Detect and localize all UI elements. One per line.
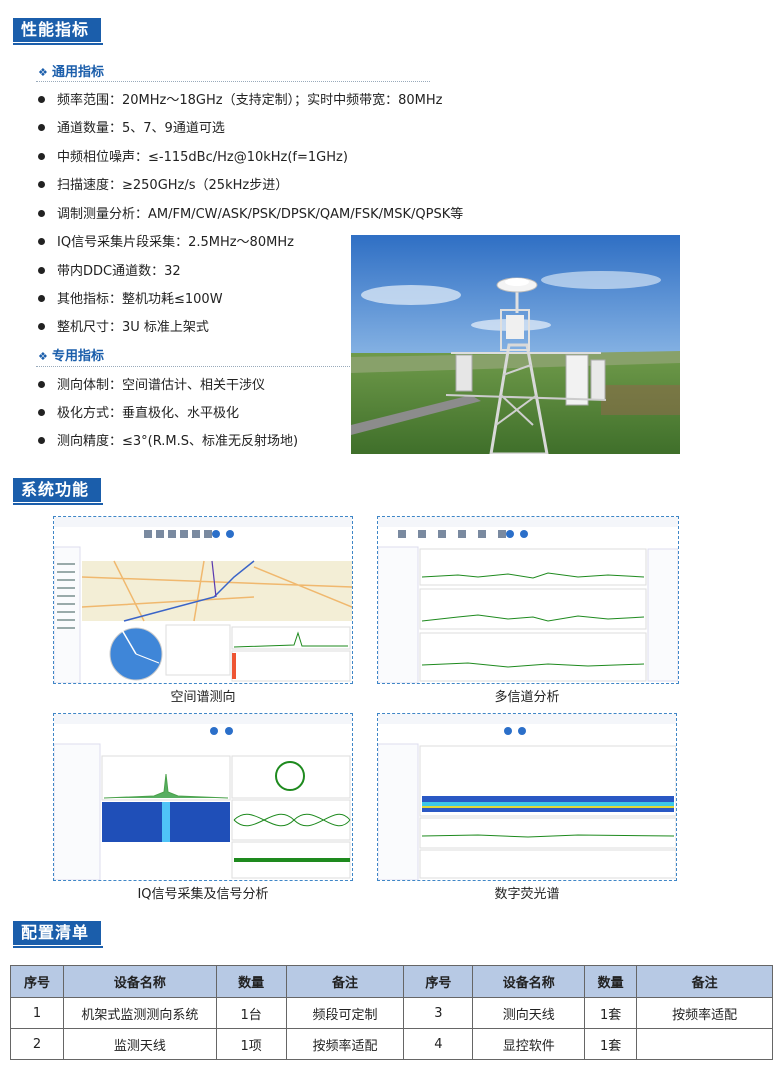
header-quantity: 数量 — [215, 965, 287, 998]
special-spec-heading: ❖ 专用指标 — [38, 345, 104, 364]
bullet-icon — [38, 267, 45, 274]
digital-fluorescence-screenshot — [377, 713, 677, 881]
bullet-icon — [38, 96, 45, 103]
header-index: 序号 — [403, 965, 474, 998]
spec-text: IQ信号采集片段采集：2.5MHz～80MHz — [57, 235, 294, 250]
table-cell: 显控软件 — [472, 1028, 586, 1060]
table-cell — [636, 1028, 773, 1060]
spec-text: 调制测量分析：AM/FM/CW/ASK/PSK/DPSK/QAM/FSK/MSK… — [57, 207, 464, 222]
spec-text: 测向体制：空间谱估计、相关干涉仪 — [57, 378, 266, 393]
spec-item: 整机尺寸：3U 标准上架式 — [38, 316, 209, 335]
table-cell: 1 — [10, 997, 64, 1029]
config-table: 序号 设备名称 数量 备注 序号 设备名称 数量 备注 1 机架式监测测向系统 … — [10, 965, 773, 1060]
general-spec-heading: ❖ 通用指标 — [38, 61, 104, 80]
table-cell: 监测天线 — [62, 1028, 217, 1060]
tower-illustration — [351, 235, 680, 454]
spec-text: 频率范围：20MHz～18GHz（支持定制）；实时中频带宽：80MHz — [57, 93, 443, 108]
bullet-icon — [38, 238, 45, 245]
caption-spatial-spectrum: 空间谱测向 — [170, 690, 236, 705]
table-cell: 3 — [403, 997, 474, 1029]
table-cell: 1台 — [215, 997, 287, 1029]
header-remark: 备注 — [636, 965, 773, 998]
table-cell: 2 — [10, 1028, 64, 1060]
bullet-icon — [38, 437, 45, 444]
bullet-icon — [38, 409, 45, 416]
spec-item: 调制测量分析：AM/FM/CW/ASK/PSK/DPSK/QAM/FSK/MSK… — [38, 203, 463, 222]
caption-digital-fluorescence: 数字荧光谱 — [494, 887, 560, 902]
divider — [36, 81, 430, 82]
spec-text: 扫描速度：≥250GHz/s（25kHz步进） — [57, 178, 289, 193]
spec-text: 带内DDC通道数：32 — [57, 264, 181, 279]
table-row: 2 监测天线 1项 按频率适配 4 显控软件 1套 — [10, 1028, 773, 1060]
special-spec-title: 专用指标 — [52, 349, 105, 364]
header-device-name: 设备名称 — [62, 965, 217, 998]
table-cell: 机架式监测测向系统 — [62, 997, 217, 1029]
spec-item: 测向体制：空间谱估计、相关干涉仪 — [38, 374, 265, 393]
spec-item: 通道数量：5、7、9通道可选 — [38, 117, 225, 136]
header-quantity: 数量 — [584, 965, 638, 998]
antenna-tower-photo — [351, 235, 680, 454]
table-row: 1 机架式监测测向系统 1台 频段可定制 3 测向天线 1套 按频率适配 — [10, 997, 773, 1029]
header-remark: 备注 — [285, 965, 405, 998]
caption-iq-analysis: IQ信号采集及信号分析 — [137, 887, 269, 902]
bullet-icon — [38, 181, 45, 188]
section-title-performance: 性能指标 — [13, 18, 104, 45]
spec-text: 中频相位噪声：≤-115dBc/Hz@10kHz(f=1GHz) — [57, 150, 348, 165]
bullet-icon — [38, 323, 45, 330]
bullet-icon — [38, 153, 45, 160]
iq-analysis-illustration — [54, 714, 352, 880]
spec-item: 中频相位噪声：≤-115dBc/Hz@10kHz(f=1GHz) — [38, 146, 348, 165]
spec-item: 扫描速度：≥250GHz/s（25kHz步进） — [38, 174, 288, 193]
bullet-icon — [38, 124, 45, 131]
header-index: 序号 — [10, 965, 64, 998]
caption-multichannel: 多信道分析 — [494, 690, 560, 705]
spatial-spectrum-screenshot — [53, 516, 353, 684]
table-header-row: 序号 设备名称 数量 备注 序号 设备名称 数量 备注 — [10, 965, 773, 998]
spec-item: 频率范围：20MHz～18GHz（支持定制）；实时中频带宽：80MHz — [38, 89, 442, 108]
iq-analysis-screenshot — [53, 713, 353, 881]
table-cell: 频段可定制 — [285, 997, 405, 1029]
diamond-bullet-icon: ❖ — [38, 66, 48, 79]
table-cell: 按频率适配 — [636, 997, 773, 1029]
spatial-spectrum-illustration — [54, 517, 352, 683]
table-cell: 4 — [403, 1028, 474, 1060]
table-cell: 1项 — [215, 1028, 287, 1060]
spec-item: 其他指标：整机功耗≤100W — [38, 288, 223, 307]
general-spec-title: 通用指标 — [52, 65, 105, 80]
multichannel-screenshot — [377, 516, 679, 684]
spec-text: 极化方式：垂直极化、水平极化 — [57, 406, 240, 421]
spec-item: 带内DDC通道数：32 — [38, 260, 181, 279]
spec-item: 极化方式：垂直极化、水平极化 — [38, 402, 239, 421]
bullet-icon — [38, 295, 45, 302]
section-title-config: 配置清单 — [13, 921, 104, 948]
table-cell: 测向天线 — [472, 997, 586, 1029]
spec-item: IQ信号采集片段采集：2.5MHz～80MHz — [38, 231, 294, 250]
table-cell: 1套 — [584, 997, 638, 1029]
spec-text: 其他指标：整机功耗≤100W — [57, 292, 223, 307]
spec-text: 通道数量：5、7、9通道可选 — [57, 121, 225, 136]
section-title-functions: 系统功能 — [13, 478, 104, 505]
spec-item: 测向精度：≤3°(R.M.S、标准无反射场地) — [38, 430, 298, 449]
diamond-bullet-icon: ❖ — [38, 350, 48, 363]
spec-text: 测向精度：≤3°(R.M.S、标准无反射场地) — [57, 434, 299, 449]
fluorescence-illustration — [378, 714, 676, 880]
bullet-icon — [38, 381, 45, 388]
header-device-name: 设备名称 — [472, 965, 586, 998]
table-cell: 按频率适配 — [285, 1028, 405, 1060]
bullet-icon — [38, 210, 45, 217]
table-cell: 1套 — [584, 1028, 638, 1060]
multichannel-illustration — [378, 517, 678, 683]
spec-text: 整机尺寸：3U 标准上架式 — [57, 320, 209, 335]
